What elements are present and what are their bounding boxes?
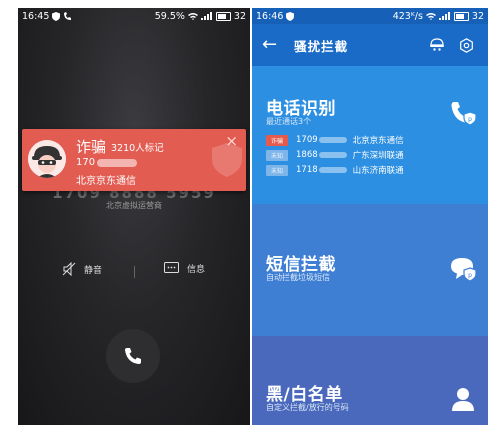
call-status-icon xyxy=(63,11,72,21)
call-identification-section[interactable]: 电话识别 最近通话3个 p 诈骗 1709 北京京东通信 未知 1868 广东深… xyxy=(252,66,488,204)
person-icon xyxy=(452,388,474,411)
mark-count: 3210人标记 xyxy=(111,143,164,154)
status-bar: 16:46 423ᴷ/s 32 xyxy=(252,8,488,24)
message-button[interactable]: 信息 xyxy=(164,262,205,275)
alert-carrier: 北京京东通信 xyxy=(76,176,136,187)
shield-status-icon xyxy=(286,11,295,21)
phone-icon xyxy=(125,348,141,364)
caller-carrier: 北京虚拟运营商 xyxy=(106,201,162,210)
close-icon[interactable]: × xyxy=(225,134,238,149)
phone-shield-icon: p xyxy=(451,102,477,126)
blacklist-section[interactable]: 黑/白名单 自定义拦截/放行的号码 xyxy=(252,336,488,425)
sms-block-section[interactable]: 短信拦截 自动拦截垃圾短信 p xyxy=(252,204,488,336)
harassment-block-screen: 16:46 423ᴷ/s 32 ← 骚扰拦截 电话识别 最近通话3个 p 诈骗 … xyxy=(252,8,488,425)
message-label: 信息 xyxy=(187,265,206,275)
battery-text: 32 xyxy=(471,10,484,22)
signal-icon xyxy=(438,12,451,20)
status-bar: 16:45 59.5% 32 xyxy=(18,8,250,24)
alert-number: 170 xyxy=(76,157,138,168)
status-time: 16:45 xyxy=(22,10,50,22)
settings-gear-icon[interactable] xyxy=(459,37,474,53)
wifi-icon xyxy=(187,12,198,20)
recent-call-row[interactable]: 诈骗 1709 北京京东通信 xyxy=(266,134,404,146)
section-subtitle: 最近通话3个 xyxy=(266,117,312,126)
masked-digits xyxy=(318,137,347,143)
svg-text:p: p xyxy=(468,116,472,123)
call-carrier: 北京京东通信 xyxy=(352,136,404,146)
page-title: 骚扰拦截 xyxy=(294,38,349,54)
mute-icon xyxy=(62,262,76,276)
network-speed: 423ᴷ/s xyxy=(392,10,423,22)
message-icon xyxy=(164,262,179,273)
fraud-alert-card: × 诈骗 3210人标记 170 北京京东通信 xyxy=(22,129,246,191)
svg-text:p: p xyxy=(468,272,472,279)
call-tag: 未知 xyxy=(266,164,288,176)
action-divider xyxy=(134,266,135,278)
call-number: 1718 xyxy=(296,165,318,175)
recent-call-row[interactable]: 未知 1718 山东济南联通 xyxy=(266,164,404,176)
guard-mode-icon[interactable] xyxy=(429,38,445,52)
call-number: 1709 xyxy=(296,135,318,145)
mute-button[interactable]: 静音 xyxy=(62,262,102,276)
fraud-label: 诈骗 xyxy=(76,138,107,156)
incoming-call-screen: 16:45 59.5% 32 1709 8888 5959 北京虚拟运营商 × … xyxy=(18,8,250,425)
status-time: 16:46 xyxy=(256,10,284,22)
message-shield-icon: p xyxy=(451,258,477,282)
shield-status-icon xyxy=(52,11,61,21)
mute-label: 静音 xyxy=(84,265,103,276)
signal-icon xyxy=(200,12,213,20)
battery-icon xyxy=(453,11,469,21)
masked-digits xyxy=(318,167,347,173)
battery-percent: 59.5% xyxy=(154,10,185,22)
robber-avatar-icon xyxy=(28,140,66,178)
masked-digits xyxy=(97,158,138,167)
signal-number: 32 xyxy=(233,10,246,22)
masked-digits xyxy=(318,152,347,158)
call-carrier: 山东济南联通 xyxy=(352,166,404,176)
call-carrier: 广东深圳联通 xyxy=(352,151,404,161)
app-header: ← 骚扰拦截 xyxy=(252,24,488,66)
wifi-icon xyxy=(425,12,436,20)
answer-call-button[interactable] xyxy=(106,329,160,383)
call-tag: 诈骗 xyxy=(266,134,288,146)
section-subtitle: 自定义拦截/放行的号码 xyxy=(266,403,349,412)
call-tag: 未知 xyxy=(266,149,288,161)
recent-call-row[interactable]: 未知 1868 广东深圳联通 xyxy=(266,149,404,161)
section-subtitle: 自动拦截垃圾短信 xyxy=(266,273,330,282)
battery-icon xyxy=(215,11,231,21)
back-arrow-icon[interactable]: ← xyxy=(262,36,277,54)
call-number: 1868 xyxy=(296,150,318,160)
